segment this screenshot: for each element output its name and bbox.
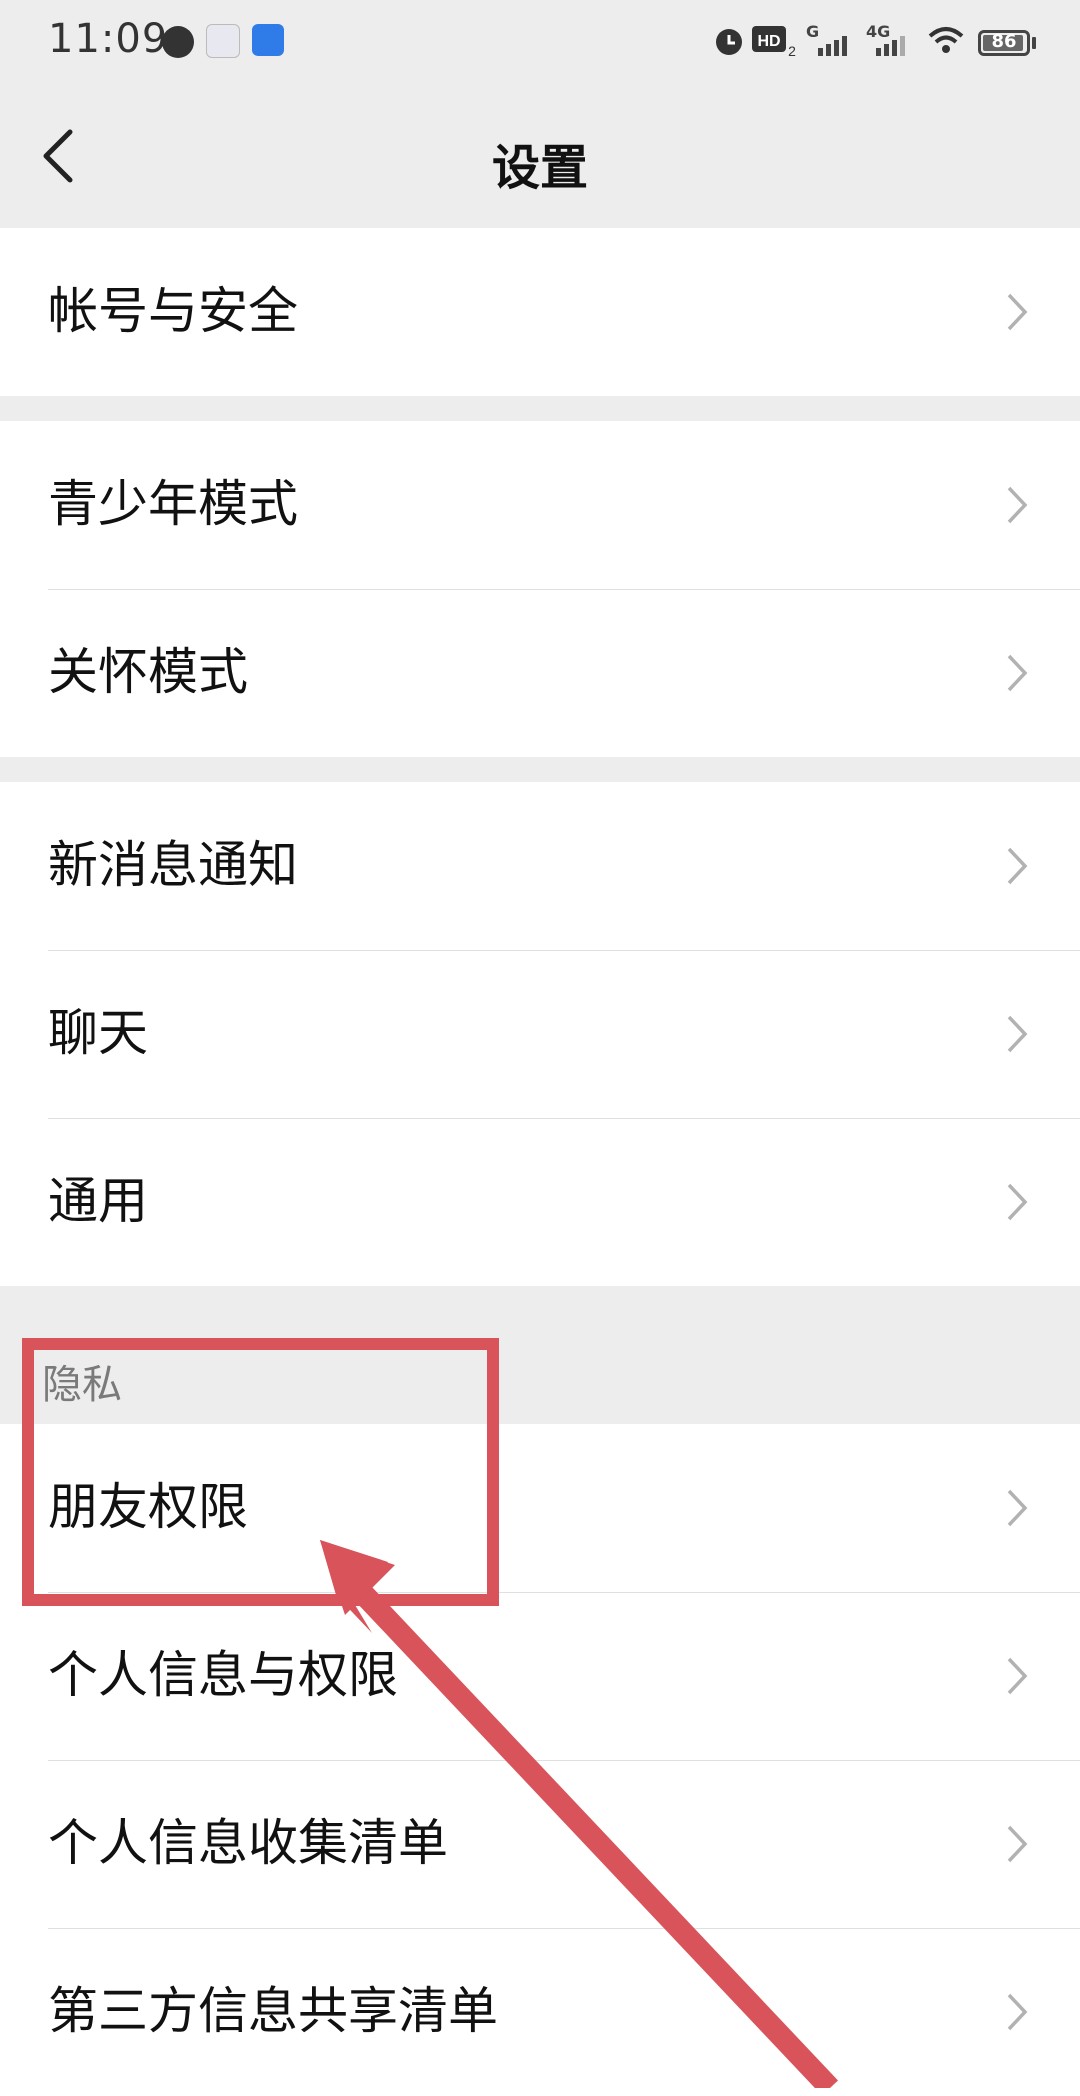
status-time: 11:09 [48,16,169,62]
settings-item-label: 青少年模式 [48,475,298,533]
chevron-right-icon [1007,1825,1028,1863]
shield-app-icon [252,24,284,56]
speed-icon [162,26,194,58]
signal-icon [818,28,847,56]
settings-item-label: 关怀模式 [48,643,248,701]
settings-item-general[interactable]: 通用 [0,1118,1080,1286]
settings-item-label: 个人信息与权限 [48,1646,398,1704]
settings-item-personal-info-permissions[interactable]: 个人信息与权限 [0,1592,1080,1760]
battery-level: 86 [991,31,1017,52]
chevron-right-icon [1007,847,1028,885]
svg-text:HD: HD [757,33,780,50]
settings-item-label: 个人信息收集清单 [48,1814,448,1872]
annotation-highlight-box [22,1338,499,1606]
signal-4g-icon [876,28,905,56]
chevron-right-icon [1007,293,1028,331]
settings-item-chat[interactable]: 聊天 [0,950,1080,1118]
battery-tip [1032,37,1036,49]
settings-item-label: 聊天 [48,1004,148,1062]
status-bar: 11:09 HD 2 G 4G 86 [0,0,1080,84]
chevron-right-icon [1007,1183,1028,1221]
page-title: 设置 [491,140,588,196]
settings-item-third-party-sharing[interactable]: 第三方信息共享清单 [0,1928,1080,2096]
settings-item-label: 第三方信息共享清单 [48,1982,498,2040]
hd-icon: HD 2 [752,26,796,58]
settings-item-care-mode[interactable]: 关怀模式 [0,589,1080,757]
chevron-right-icon [1007,1015,1028,1053]
svg-text:2: 2 [788,43,796,58]
chevron-right-icon [1007,1489,1028,1527]
settings-item-label: 通用 [48,1172,148,1230]
settings-item-teen-mode[interactable]: 青少年模式 [0,421,1080,589]
general-group: 新消息通知 聊天 通用 [0,782,1080,1286]
settings-item-label: 帐号与安全 [48,282,298,340]
chevron-right-icon [1007,1993,1028,2031]
account-group: 帐号与安全 [0,228,1080,396]
alarm-icon [716,29,742,55]
settings-item-label: 新消息通知 [48,836,298,894]
modes-group: 青少年模式 关怀模式 [0,421,1080,757]
nav-bar: 设置 [0,84,1080,228]
app-icon [206,24,240,58]
chevron-right-icon [1007,654,1028,692]
chevron-right-icon [1007,1657,1028,1695]
chevron-right-icon [1007,486,1028,524]
settings-item-account-security[interactable]: 帐号与安全 [0,228,1080,396]
battery-icon: 86 [978,30,1030,56]
settings-item-notifications[interactable]: 新消息通知 [0,782,1080,950]
settings-item-personal-info-collection[interactable]: 个人信息收集清单 [0,1760,1080,1928]
wifi-icon [928,27,964,53]
